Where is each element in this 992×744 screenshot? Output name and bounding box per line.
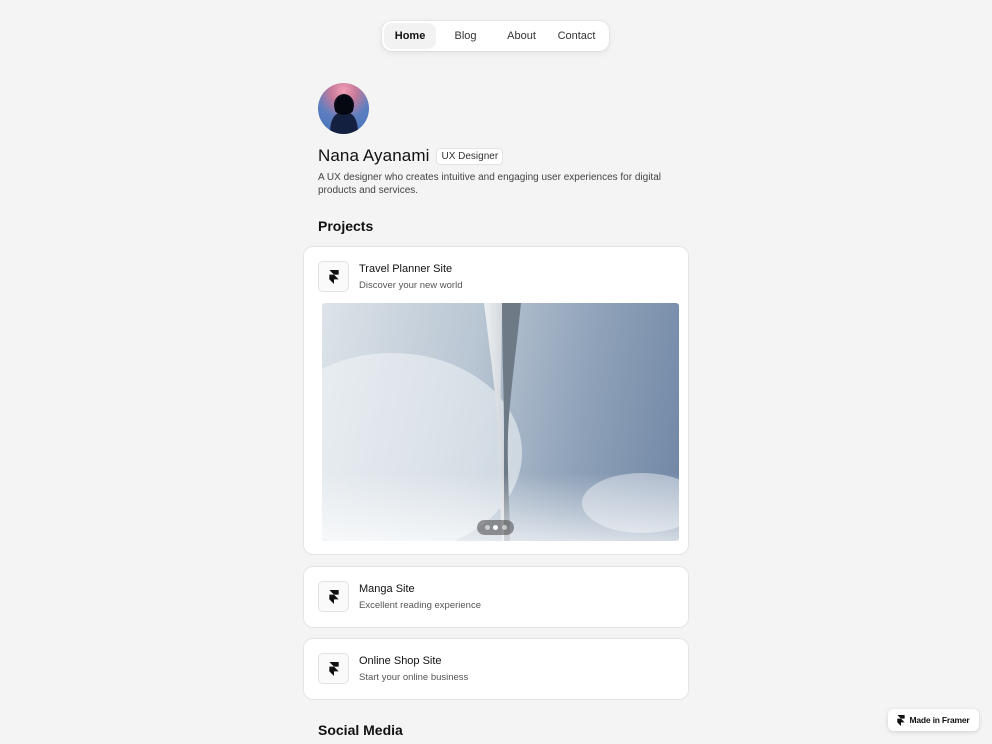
project-subtitle: Discover your new world — [359, 280, 463, 291]
profile-header: Nana Ayanami UX Designer — [318, 146, 504, 166]
framer-icon — [897, 714, 906, 726]
project-card-manga[interactable]: Manga Site Excellent reading experience — [303, 566, 689, 628]
carousel-dot-active[interactable] — [493, 525, 498, 530]
badge-label: Made in Framer — [909, 715, 970, 725]
carousel-dot[interactable] — [484, 525, 490, 530]
project-card-travel[interactable]: Travel Planner Site Discover your new wo… — [303, 246, 689, 555]
role-badge: UX Designer — [436, 147, 504, 165]
carousel-pagination — [477, 520, 514, 535]
hero-tower-image — [322, 303, 679, 541]
avatar — [318, 83, 369, 134]
profile-name: Nana Ayanami — [318, 146, 430, 165]
nav-about[interactable]: About — [496, 24, 547, 48]
project-title: Travel Planner Site — [359, 263, 453, 275]
made-in-framer-badge[interactable]: Made in Framer — [888, 709, 979, 731]
nav-home[interactable]: Home — [385, 24, 436, 48]
carousel-dot[interactable] — [501, 525, 507, 530]
project-card-shop[interactable]: Online Shop Site Start your online busin… — [303, 638, 689, 700]
projects-heading: Projects — [318, 218, 374, 234]
framer-icon — [318, 261, 349, 292]
project-title: Online Shop Site — [359, 655, 442, 667]
framer-icon — [318, 581, 349, 612]
project-subtitle: Start your online business — [359, 672, 469, 683]
top-nav: Home Blog About Contact — [382, 21, 609, 51]
nav-blog[interactable]: Blog — [435, 24, 496, 48]
framer-icon — [318, 653, 349, 684]
profile-bio: A UX designer who creates intuitive and … — [318, 172, 661, 196]
project-subtitle: Excellent reading experience — [359, 600, 481, 611]
project-hero-image — [322, 303, 679, 541]
social-media-heading: Social Media — [318, 722, 403, 738]
nav-contact[interactable]: Contact — [547, 24, 606, 48]
avatar-silhouette — [330, 94, 358, 134]
project-title: Manga Site — [359, 583, 415, 595]
